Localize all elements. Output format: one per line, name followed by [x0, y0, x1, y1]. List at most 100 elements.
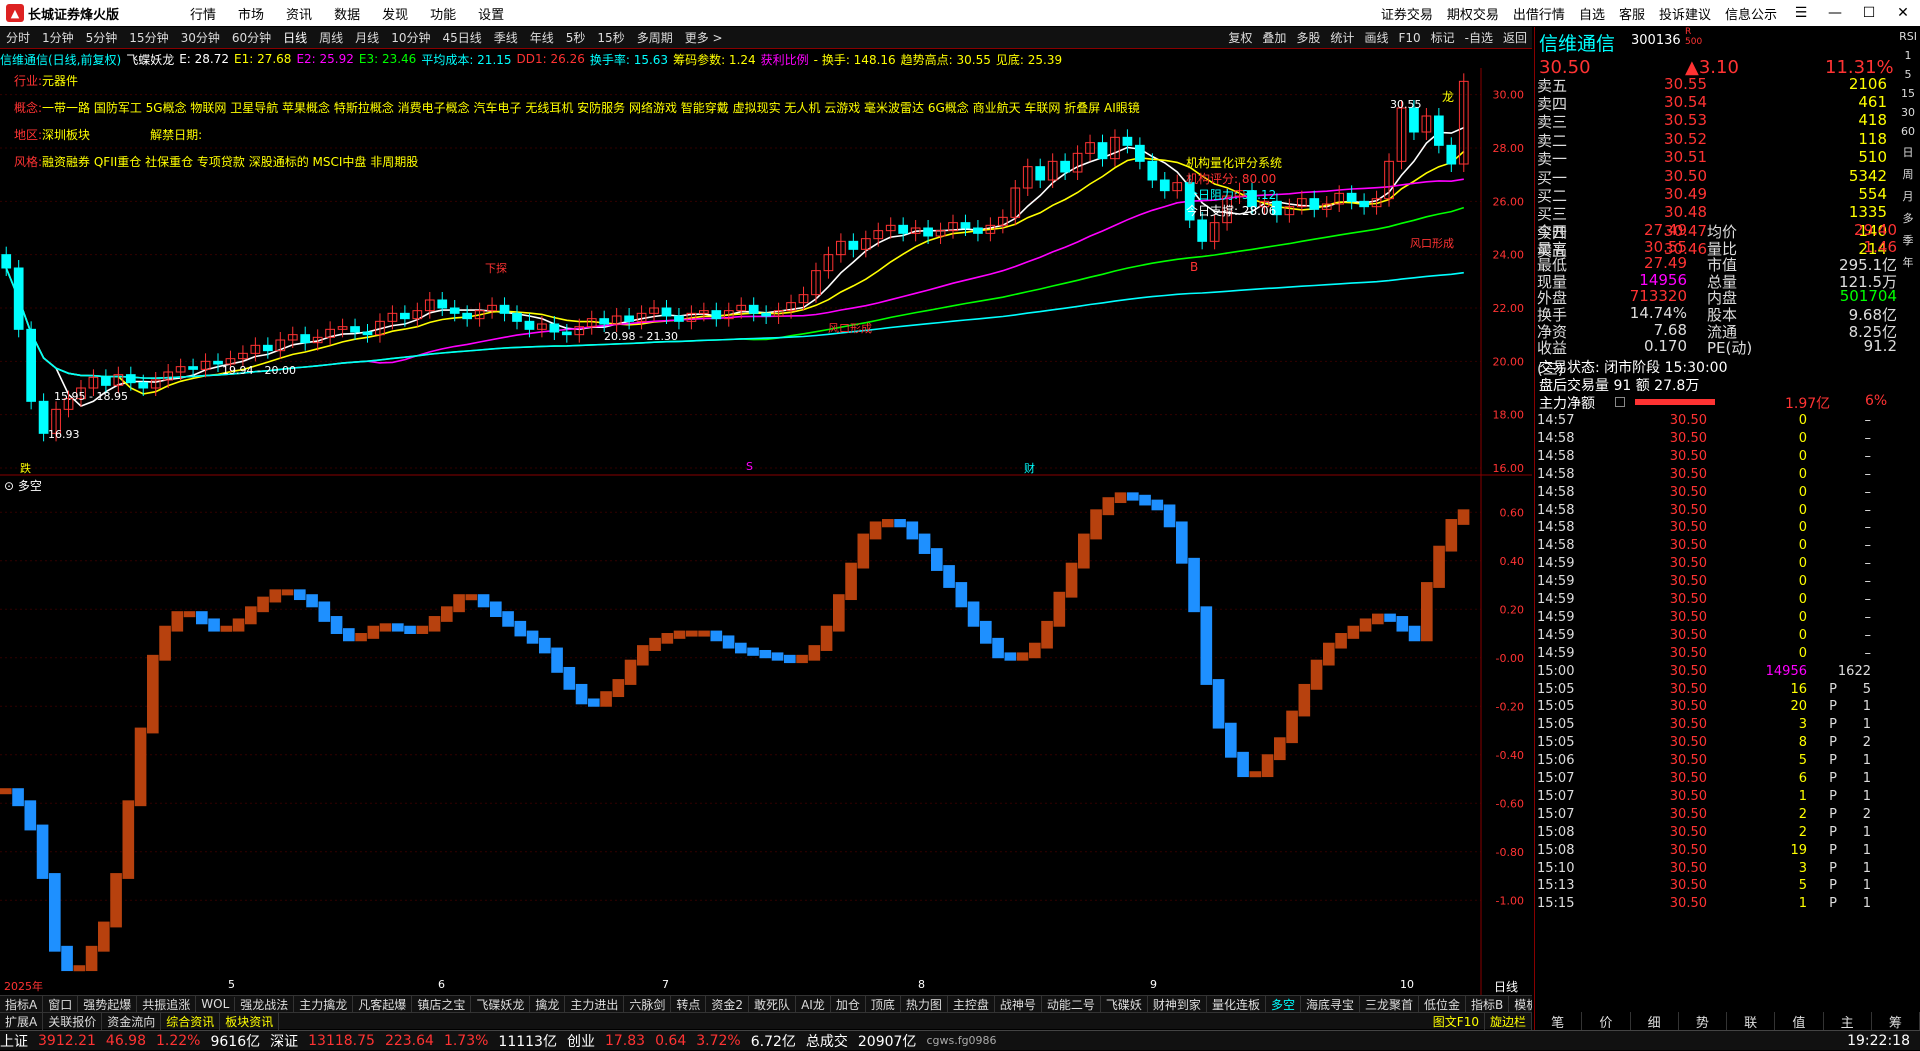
indicator-tab[interactable]: 主控盘: [948, 996, 995, 1012]
maximize-icon[interactable]: ☐: [1852, 5, 1886, 21]
daily-toggle[interactable]: 日线: [1494, 978, 1518, 995]
sidebar-item[interactable]: 季: [1903, 232, 1914, 248]
indicator-tab[interactable]: 共振追涨: [137, 996, 197, 1012]
menu-function[interactable]: 功能: [430, 4, 456, 23]
sidebar-item[interactable]: 30: [1901, 106, 1915, 119]
menu-lend[interactable]: 出借行情: [1513, 4, 1565, 23]
menu-trade[interactable]: 证券交易: [1381, 4, 1433, 23]
indicator-tab[interactable]: 飞碟妖龙: [471, 996, 531, 1012]
sidebar-item[interactable]: 年: [1903, 254, 1914, 270]
tool-f10[interactable]: F10: [1398, 31, 1420, 45]
sidebar-item[interactable]: 月: [1903, 188, 1914, 204]
bid-row[interactable]: 买二 30.49 554: [1537, 185, 1919, 205]
period-5min[interactable]: 5分钟: [86, 29, 118, 46]
tool-adjust[interactable]: 复权: [1228, 29, 1252, 46]
period-more[interactable]: 更多 >: [685, 29, 723, 46]
detail-tab[interactable]: 筹: [1872, 1012, 1920, 1031]
indicator-tab[interactable]: 指标B: [1466, 996, 1510, 1012]
period-30min[interactable]: 30分钟: [181, 29, 220, 46]
tool-multistock[interactable]: 多股: [1296, 29, 1320, 46]
period-multi[interactable]: 多周期: [637, 29, 673, 46]
sidebar-item[interactable]: 60: [1901, 125, 1915, 138]
detail-tab[interactable]: 细: [1631, 1012, 1679, 1031]
menu-settings[interactable]: 设置: [478, 4, 504, 23]
indicator-tab[interactable]: 凡客起爆: [353, 996, 413, 1012]
indicator-tab[interactable]: 擒龙: [530, 996, 566, 1012]
period-timeshare[interactable]: 分时: [6, 29, 30, 46]
extension-tab[interactable]: 综合资讯: [161, 1012, 221, 1030]
sidebar-item[interactable]: 15: [1901, 87, 1915, 100]
ask-row[interactable]: 卖三 30.53 418: [1537, 111, 1919, 131]
indicator-tab[interactable]: 窗口: [43, 996, 79, 1012]
indicator-tab[interactable]: 主力擒龙: [294, 996, 354, 1012]
period-weekly[interactable]: 周线: [319, 29, 343, 46]
menu-discover[interactable]: 发现: [382, 4, 408, 23]
menu-complaint[interactable]: 投诉建议: [1659, 4, 1711, 23]
indicator-tab[interactable]: 敢死队: [749, 996, 797, 1012]
indicator-tab[interactable]: 强龙战法: [235, 996, 295, 1012]
chart-area[interactable]: 30.00 28.00 26.00 24.00 22.00 20.00 18.00 16.00…: [0, 68, 1532, 995]
sidebar-item[interactable]: 周: [1903, 166, 1914, 182]
indicator-tab[interactable]: 低位金: [1419, 996, 1467, 1012]
menu-market[interactable]: 市场: [238, 4, 264, 23]
ask-row[interactable]: 卖一 30.51 510: [1537, 148, 1919, 168]
period-15min[interactable]: 15分钟: [129, 29, 168, 46]
indicator-tab[interactable]: 六脉剑: [624, 996, 672, 1012]
f10-tab[interactable]: 图文F10: [1428, 1012, 1485, 1030]
period-year[interactable]: 年线: [530, 29, 554, 46]
detail-tab[interactable]: 笔: [1534, 1012, 1583, 1031]
tool-stats[interactable]: 统计: [1330, 29, 1354, 46]
indicator-tab[interactable]: 顶底: [866, 996, 901, 1012]
tool-unwatch[interactable]: -自选: [1465, 29, 1493, 46]
menu-disclosure[interactable]: 信息公示: [1725, 4, 1777, 23]
period-monthly[interactable]: 月线: [355, 29, 379, 46]
menu-news[interactable]: 资讯: [286, 4, 312, 23]
extension-tab[interactable]: 扩展A: [0, 1012, 44, 1030]
menu-icon[interactable]: ☰: [1784, 5, 1818, 21]
extension-tab[interactable]: 资金流向: [102, 1012, 162, 1030]
indicator-tab[interactable]: 战神号: [995, 996, 1042, 1012]
detail-tab[interactable]: 势: [1679, 1012, 1727, 1031]
indicator-tab[interactable]: 资金2: [706, 996, 750, 1012]
detail-tab[interactable]: 主: [1824, 1012, 1872, 1031]
indicator-tab[interactable]: 强势起爆: [78, 996, 138, 1012]
indicator-tab[interactable]: AI龙: [796, 996, 831, 1012]
f10-tab[interactable]: 旋边栏: [1485, 1012, 1532, 1030]
period-1min[interactable]: 1分钟: [42, 29, 74, 46]
extension-tab[interactable]: 板块资讯: [220, 1012, 280, 1030]
menu-hq[interactable]: 行情: [190, 4, 216, 23]
period-60min[interactable]: 60分钟: [232, 29, 271, 46]
period-quarter[interactable]: 季线: [494, 29, 518, 46]
bid-row[interactable]: 买三 30.48 1335: [1537, 203, 1919, 223]
minimize-icon[interactable]: —: [1818, 5, 1852, 21]
detail-tab[interactable]: 值: [1775, 1012, 1824, 1031]
indicator-tab[interactable]: 主力进出: [565, 996, 625, 1012]
indicator-tab[interactable]: 热力图: [901, 996, 948, 1012]
sidebar-item[interactable]: RSI: [1899, 30, 1917, 43]
indicator-tab[interactable]: 三龙聚首: [1360, 996, 1419, 1012]
tool-mark[interactable]: 标记: [1431, 29, 1455, 46]
extension-tab[interactable]: 关联报价: [43, 1012, 103, 1030]
indicator-tab[interactable]: 量化连板: [1207, 996, 1266, 1012]
indicator-tab[interactable]: 模板: [1509, 996, 1532, 1012]
indicator-tab[interactable]: 指标A: [0, 996, 44, 1012]
detail-tab[interactable]: 联: [1727, 1012, 1776, 1031]
sidebar-item[interactable]: 日: [1903, 144, 1914, 160]
menu-options[interactable]: 期权交易: [1447, 4, 1499, 23]
ask-row[interactable]: 卖四 30.54 461: [1537, 93, 1919, 113]
sidebar-item[interactable]: 多: [1903, 210, 1914, 226]
period-5sec[interactable]: 5秒: [566, 29, 586, 46]
tool-back[interactable]: 返回: [1503, 29, 1527, 46]
ask-row[interactable]: 卖五 30.55 2106: [1537, 75, 1919, 95]
close-icon[interactable]: ✕: [1886, 5, 1920, 21]
indicator-tab[interactable]: 多空: [1266, 996, 1301, 1012]
period-15sec[interactable]: 15秒: [597, 29, 624, 46]
sidebar-item[interactable]: 1: [1905, 49, 1912, 62]
indicator-tab[interactable]: 财神到家: [1148, 996, 1207, 1012]
sidebar-item[interactable]: 5: [1905, 68, 1912, 81]
indicator-tab[interactable]: 动能二号: [1042, 996, 1101, 1012]
period-45day[interactable]: 45日线: [442, 29, 481, 46]
period-10min[interactable]: 10分钟: [391, 29, 430, 46]
indicator-tab[interactable]: 加仓: [831, 996, 866, 1012]
indicator-tab[interactable]: 飞碟妖: [1101, 996, 1148, 1012]
